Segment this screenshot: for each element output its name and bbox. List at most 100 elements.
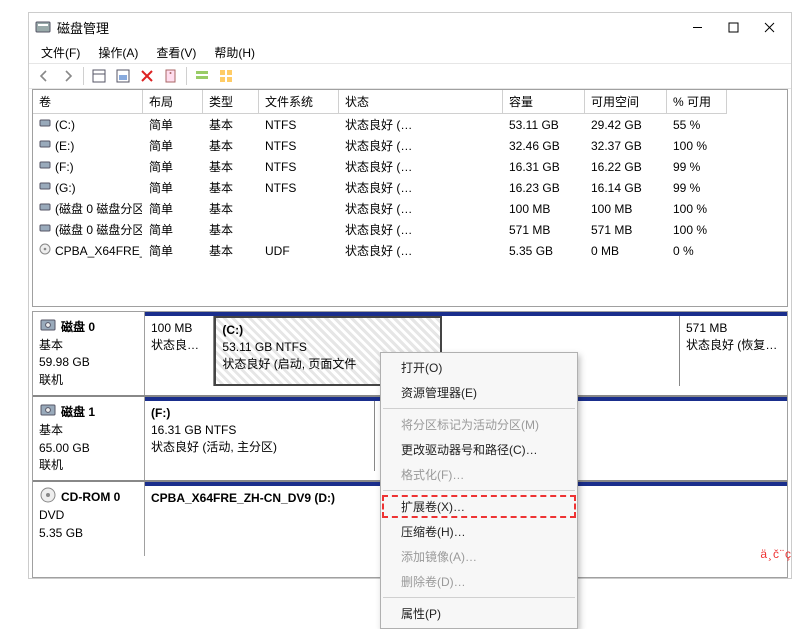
partition-label: (C:) — [222, 322, 434, 339]
cell-status: 状态良好 (… — [339, 219, 503, 240]
volume-icon — [39, 117, 51, 132]
partition-label: 状态良好 (活动, 主分区) — [151, 439, 368, 456]
col-layout[interactable]: 布局 — [143, 90, 203, 114]
cell-layout: 简单 — [143, 198, 203, 219]
partition-block[interactable]: (F:)16.31 GB NTFS状态良好 (活动, 主分区) — [145, 401, 375, 471]
col-fs[interactable]: 文件系统 — [259, 90, 339, 114]
toolbar-list-icon[interactable] — [191, 65, 213, 87]
menu-change-letter[interactable]: 更改驱动器号和路径(C)… — [381, 437, 577, 462]
cell-capacity: 32.46 GB — [503, 135, 585, 156]
toolbar-view-icon[interactable] — [88, 65, 110, 87]
cell-capacity: 53.11 GB — [503, 114, 585, 135]
toolbar-refresh-icon[interactable] — [112, 65, 134, 87]
cell-volume: (G:) — [55, 181, 76, 195]
watermark: ä¸č¨ç — [760, 547, 792, 561]
cell-pct: 100 % — [667, 219, 727, 240]
cell-layout: 简单 — [143, 114, 203, 135]
disc-icon — [39, 486, 57, 507]
back-button[interactable] — [33, 65, 55, 87]
col-volume[interactable]: 卷 — [33, 90, 143, 114]
hdd-icon — [39, 401, 57, 422]
col-status[interactable]: 状态 — [339, 90, 503, 114]
cell-layout: 简单 — [143, 177, 203, 198]
cell-fs: NTFS — [259, 177, 339, 198]
table-row[interactable]: (磁盘 0 磁盘分区 1)简单基本状态良好 (…100 MB100 MB100 … — [33, 198, 787, 219]
cell-status: 状态良好 (… — [339, 240, 503, 261]
partition-label: 100 MB — [151, 320, 207, 337]
cell-capacity: 100 MB — [503, 198, 585, 219]
menu-action[interactable]: 操作(A) — [92, 42, 144, 63]
volume-icon — [39, 222, 51, 237]
partition-block[interactable]: 571 MB状态良好 (恢复分区) — [680, 316, 787, 386]
disk-info-line: 基本 — [39, 337, 138, 354]
disk-header[interactable]: CD-ROM 0DVD5.35 GB — [33, 482, 145, 556]
menu-extend-volume[interactable]: 扩展卷(X)… — [381, 494, 577, 519]
cell-type: 基本 — [203, 219, 259, 240]
col-pct[interactable]: % 可用 — [667, 90, 727, 114]
toolbar-grid-icon[interactable] — [215, 65, 237, 87]
partition-label: 571 MB — [686, 320, 781, 337]
cell-type: 基本 — [203, 114, 259, 135]
col-free[interactable]: 可用空间 — [585, 90, 667, 114]
menu-open[interactable]: 打开(O) — [381, 355, 577, 380]
cell-pct: 99 % — [667, 156, 727, 177]
cell-layout: 简单 — [143, 219, 203, 240]
partition-label: 16.31 GB NTFS — [151, 422, 368, 439]
maximize-button[interactable] — [715, 13, 751, 41]
table-row[interactable]: (G:)简单基本NTFS状态良好 (…16.23 GB16.14 GB99 % — [33, 177, 787, 198]
table-row[interactable]: (F:)简单基本NTFS状态良好 (…16.31 GB16.22 GB99 % — [33, 156, 787, 177]
cell-volume: (E:) — [55, 139, 74, 153]
menu-help[interactable]: 帮助(H) — [208, 42, 261, 63]
cell-status: 状态良好 (… — [339, 198, 503, 219]
disk-name: 磁盘 1 — [61, 403, 95, 420]
partition-label: 状态良好 (恢复分区) — [686, 337, 781, 354]
close-button[interactable] — [751, 13, 787, 41]
cell-free: 0 MB — [585, 240, 667, 261]
cell-fs — [259, 198, 339, 219]
table-row[interactable]: (磁盘 0 磁盘分区 4)简单基本状态良好 (…571 MB571 MB100 … — [33, 219, 787, 240]
cell-pct: 100 % — [667, 198, 727, 219]
cell-volume: CPBA_X64FRE_Z… — [55, 244, 143, 258]
table-row[interactable]: CPBA_X64FRE_Z…简单基本UDF状态良好 (…5.35 GB0 MB0… — [33, 240, 787, 261]
volume-icon — [39, 180, 51, 195]
menu-bar: 文件(F) 操作(A) 查看(V) 帮助(H) — [29, 41, 791, 63]
hdd-icon — [39, 316, 57, 337]
volume-table[interactable]: 卷 布局 类型 文件系统 状态 容量 可用空间 % 可用 (C:)简单基本NTF… — [32, 89, 788, 307]
menu-explorer[interactable]: 资源管理器(E) — [381, 380, 577, 405]
cell-layout: 简单 — [143, 240, 203, 261]
forward-button[interactable] — [57, 65, 79, 87]
toolbar-properties-icon[interactable] — [160, 65, 182, 87]
menu-properties[interactable]: 属性(P) — [381, 601, 577, 626]
disk-info-line: 59.98 GB — [39, 354, 138, 371]
cell-fs: NTFS — [259, 114, 339, 135]
cell-volume: (磁盘 0 磁盘分区 1) — [55, 200, 143, 217]
col-type[interactable]: 类型 — [203, 90, 259, 114]
cell-fs: NTFS — [259, 156, 339, 177]
partition-block[interactable]: 100 MB状态良好 (EFI 系 — [145, 316, 214, 386]
table-row[interactable]: (C:)简单基本NTFS状态良好 (…53.11 GB29.42 GB55 % — [33, 114, 787, 135]
cell-pct: 55 % — [667, 114, 727, 135]
disk-header[interactable]: 磁盘 0基本59.98 GB联机 — [33, 312, 145, 395]
cell-fs: NTFS — [259, 135, 339, 156]
table-row[interactable]: (E:)简单基本NTFS状态良好 (…32.46 GB32.37 GB100 % — [33, 135, 787, 156]
toolbar-delete-icon[interactable] — [136, 65, 158, 87]
menu-shrink-volume[interactable]: 压缩卷(H)… — [381, 519, 577, 544]
cell-type: 基本 — [203, 177, 259, 198]
menu-file[interactable]: 文件(F) — [35, 42, 86, 63]
table-header-row: 卷 布局 类型 文件系统 状态 容量 可用空间 % 可用 — [33, 90, 787, 114]
toolbar — [29, 63, 791, 89]
disk-header[interactable]: 磁盘 1基本65.00 GB联机 — [33, 397, 145, 480]
app-icon — [35, 19, 51, 35]
menu-delete-volume: 删除卷(D)… — [381, 569, 577, 594]
minimize-button[interactable] — [679, 13, 715, 41]
menu-view[interactable]: 查看(V) — [150, 42, 202, 63]
volume-icon — [39, 201, 51, 216]
cell-pct: 0 % — [667, 240, 727, 261]
disk-info-line: 联机 — [39, 457, 138, 474]
col-capacity[interactable]: 容量 — [503, 90, 585, 114]
cell-volume: (磁盘 0 磁盘分区 4) — [55, 221, 143, 238]
cell-pct: 100 % — [667, 135, 727, 156]
cell-fs: UDF — [259, 240, 339, 261]
cell-layout: 简单 — [143, 156, 203, 177]
disk-name: 磁盘 0 — [61, 318, 95, 335]
